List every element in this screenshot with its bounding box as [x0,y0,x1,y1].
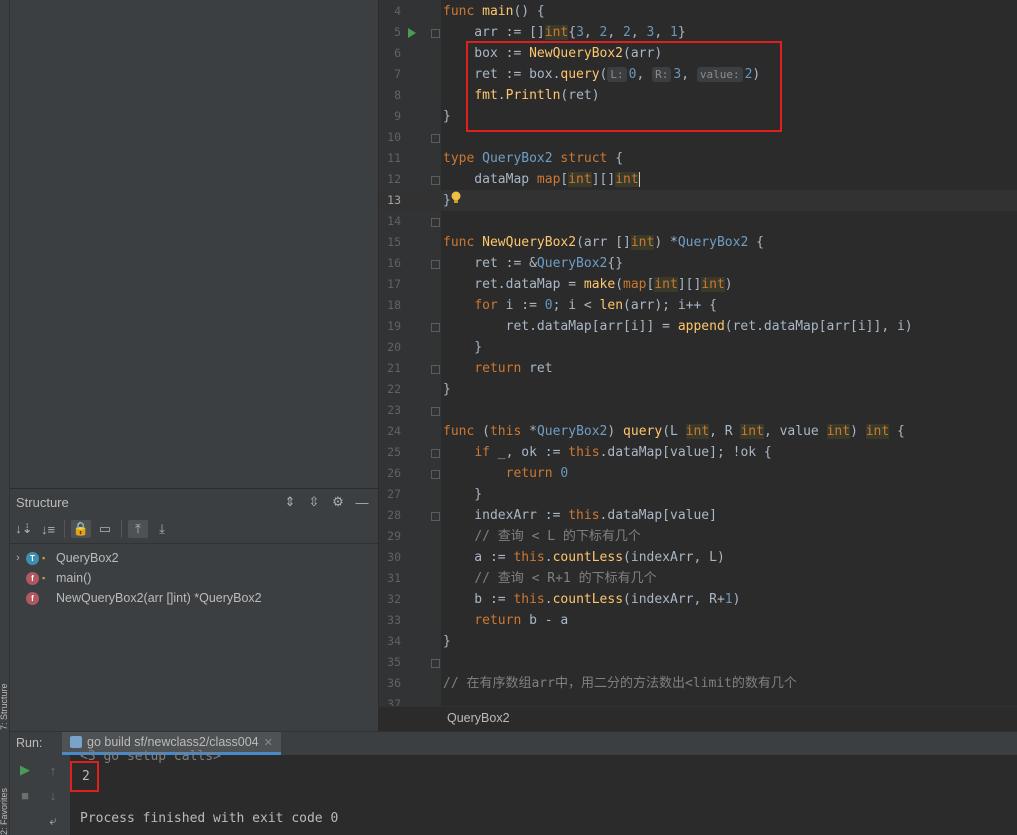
tree-item-newquerybox2[interactable]: f NewQueryBox2(arr []int) *QueryBox2 [10,588,378,608]
line-number: 26 [387,466,401,480]
run-console[interactable]: <3 go setup calls> 2 Process finished wi… [70,749,1017,835]
breadcrumb-item[interactable]: QueryBox2 [447,711,510,725]
side-tab-structure[interactable]: 7: Structure [0,660,9,730]
line-number: 30 [387,550,401,564]
line-number: 18 [387,298,401,312]
project-panel [10,0,378,488]
line-number: 14 [387,214,401,228]
fold-marker-icon[interactable] [431,176,440,185]
line-number: 5 [394,25,401,39]
line-number: 9 [394,109,401,123]
fold-marker-icon[interactable] [431,29,440,38]
line-number: 6 [394,46,401,60]
line-number: 21 [387,361,401,375]
line-number: 8 [394,88,401,102]
line-number: 4 [394,4,401,18]
line-number: 12 [387,172,401,186]
line-number: 7 [394,67,401,81]
toolbar-separator [121,520,122,538]
run-gutter-icon[interactable] [408,28,416,38]
structure-tree: › T ▪ QueryBox2 f ▪ main() f NewQueryBox… [10,544,378,608]
fold-marker-icon[interactable] [431,323,440,332]
collapse-all-icon[interactable]: ⇳ [304,493,324,511]
line-number: 32 [387,592,401,606]
soft-wrap-icon[interactable]: ⤶ [44,812,62,830]
highlight-box-output [70,761,99,792]
console-line: <3 go setup calls> [80,749,221,764]
close-tab-icon[interactable]: ✕ [264,736,273,749]
code-comment: // 在有序数组arr中，用二分的方法数出<limit的数有几个 [443,676,797,691]
sort-by-type-icon[interactable]: ↓⇣ [14,520,34,538]
line-number: 15 [387,235,401,249]
type-icon: T [26,551,39,565]
tree-item-label: main() [56,571,92,585]
autoscroll-from-source-icon[interactable]: ⤓ [152,520,172,538]
code-comment: // 查询 < L 的下标有几个 [474,529,641,544]
line-number: 24 [387,424,401,438]
structure-toolbar: ↓⇣ ↓≡ 🔒 ▭ ⤒ ⤓ [10,515,378,544]
fold-marker-icon[interactable] [431,134,440,143]
line-number: 35 [387,655,401,669]
minimize-icon[interactable]: — [352,493,372,511]
go-build-icon [70,736,82,748]
line-number: 10 [387,130,401,144]
show-fields-icon[interactable]: ▭ [95,520,115,538]
lock-spacer [42,594,51,603]
structure-panel: Structure ⇕ ⇳ ⚙ — ↓⇣ ↓≡ 🔒 ▭ ⤒ ⤓ › T ▪ Qu… [10,488,378,731]
show-non-public-icon[interactable]: 🔒 [71,520,91,538]
run-label: Run: [16,736,43,750]
fold-marker-icon[interactable] [431,512,440,521]
chevron-right-icon[interactable]: › [10,552,26,564]
line-number: 34 [387,634,401,648]
gear-icon[interactable]: ⚙ [328,493,348,511]
fold-marker-icon[interactable] [431,218,440,227]
line-number: 36 [387,676,401,690]
fold-marker-icon[interactable] [431,659,440,668]
fold-marker-icon[interactable] [431,407,440,416]
run-tab-label: go build sf/newclass2/class004 [87,735,259,749]
line-number: 33 [387,613,401,627]
tree-item-label: NewQueryBox2(arr []int) *QueryBox2 [56,591,262,605]
stop-icon[interactable]: ■ [16,786,34,804]
console-exit-message: Process finished with exit code 0 [80,811,339,826]
code-comment: // 查询 < R+1 的下标有几个 [474,571,657,586]
line-number: 16 [387,256,401,270]
line-number: 27 [387,487,401,501]
down-arrow-icon[interactable]: ↓ [44,786,62,804]
run-panel-toolbar: ▶ ↑ ■ ↓ ⤶ [10,755,70,835]
structure-header: Structure ⇕ ⇳ ⚙ — [10,489,378,515]
autoscroll-to-source-icon[interactable]: ⤒ [128,520,148,538]
tree-item-main[interactable]: f ▪ main() [10,568,378,588]
line-number: 11 [387,151,401,165]
expand-all-icon[interactable]: ⇕ [280,493,300,511]
line-number: 23 [387,403,401,417]
side-tab-favorites[interactable]: 2: Favorites [0,760,9,835]
structure-title: Structure [16,494,69,510]
fold-marker-icon[interactable] [431,365,440,374]
line-number: 28 [387,508,401,522]
highlight-box-main-body [466,41,782,132]
line-number: 31 [387,571,401,585]
line-number: 17 [387,277,401,291]
breadcrumb: QueryBox2 [379,706,1017,733]
line-number: 20 [387,340,401,354]
rerun-icon[interactable]: ▶ [16,761,34,779]
line-number: 13 [387,193,401,207]
function-icon: f [26,571,39,585]
sort-alphabetically-icon[interactable]: ↓≡ [38,520,58,538]
tree-item-querybox2[interactable]: › T ▪ QueryBox2 [10,548,378,568]
fold-marker-icon[interactable] [431,260,440,269]
fold-marker-icon[interactable] [431,470,440,479]
toolbar-separator [64,520,65,538]
line-number: 22 [387,382,401,396]
lock-icon: ▪ [42,572,46,583]
line-number: 19 [387,319,401,333]
fold-marker-icon[interactable] [431,449,440,458]
tree-item-label: QueryBox2 [56,551,119,565]
lock-icon: ▪ [42,552,46,563]
up-arrow-icon[interactable]: ↑ [44,761,62,779]
line-number: 29 [387,529,401,543]
line-number: 25 [387,445,401,459]
function-icon: f [26,591,39,605]
